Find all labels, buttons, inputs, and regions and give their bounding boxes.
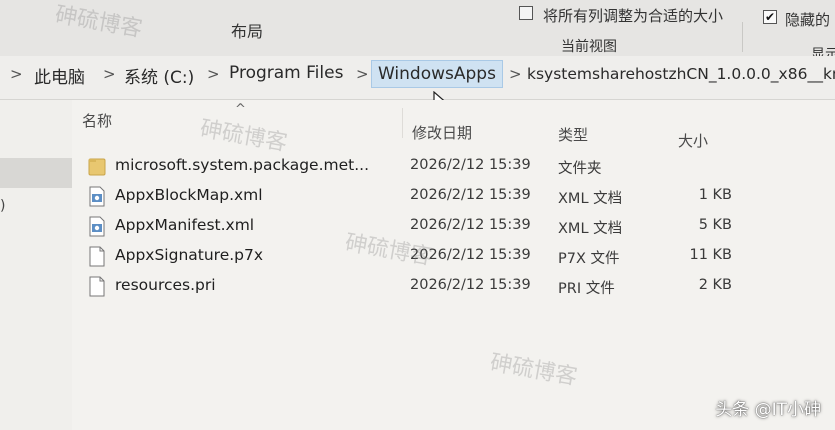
breadcrumb-separator[interactable]: > (207, 65, 220, 83)
file-size: 11 KB (689, 247, 732, 263)
file-date: 2026/2/12 15:39 (410, 157, 531, 173)
fit-columns-button[interactable]: 将所有列调整为合适的大小 (543, 5, 723, 26)
ribbon-divider (742, 22, 743, 52)
breadcrumb-this-pc[interactable]: 此电脑 (34, 63, 85, 88)
xml-file-icon (89, 216, 105, 237)
file-type: XML 文档 (558, 191, 623, 207)
file-row[interactable]: AppxSignature.p7x 2026/2/12 15:39 P7X 文件… (72, 246, 772, 270)
file-size: 2 KB (698, 277, 732, 293)
selected-nav-item[interactable] (0, 158, 72, 188)
xml-file-icon (89, 186, 105, 207)
file-row[interactable]: resources.pri 2026/2/12 15:39 PRI 文件 2 K… (72, 276, 772, 300)
file-row[interactable]: microsoft.system.package.met... 2026/2/1… (72, 156, 772, 180)
navigation-pane[interactable]: ) (0, 100, 72, 430)
breadcrumb-separator[interactable]: > (509, 65, 522, 83)
layout-group-label: 布局 (231, 22, 264, 41)
breadcrumb-system-drive[interactable]: 系统 (C:) (124, 63, 194, 88)
file-size: 5 KB (698, 217, 732, 233)
file-icon (89, 276, 105, 297)
file-date: 2026/2/12 15:39 (410, 217, 531, 233)
file-date: 2026/2/12 15:39 (410, 277, 531, 293)
file-icon (89, 246, 105, 267)
column-header-name[interactable]: 名称 (82, 110, 112, 131)
nav-item-fragment: ) (0, 198, 6, 214)
file-row[interactable]: AppxManifest.xml 2026/2/12 15:39 XML 文档 … (72, 216, 772, 240)
column-header-date[interactable]: 修改日期 (412, 122, 472, 143)
breadcrumb-current-folder[interactable]: ksystemsharehostzhCN_1.0.0.0_x86__km9 (527, 65, 835, 83)
file-date: 2026/2/12 15:39 (410, 247, 531, 263)
breadcrumb-windowsapps[interactable]: WindowsApps (371, 60, 503, 88)
fit-columns-icon[interactable] (519, 6, 533, 20)
file-type: 文件夹 (558, 161, 602, 177)
file-type: P7X 文件 (558, 251, 620, 267)
breadcrumb-separator[interactable]: > (103, 65, 116, 83)
hidden-items-label[interactable]: 隐藏的 (785, 9, 830, 30)
file-name[interactable]: AppxSignature.p7x (115, 246, 263, 264)
file-date: 2026/2/12 15:39 (410, 187, 531, 203)
file-name[interactable]: AppxBlockMap.xml (115, 186, 263, 204)
breadcrumb-separator[interactable]: > (10, 65, 23, 83)
breadcrumb-separator[interactable]: > (356, 65, 369, 83)
current-view-group-label: 当前视图 (561, 39, 617, 55)
folder-icon (88, 158, 106, 176)
column-header-type[interactable]: 类型 (558, 124, 588, 145)
hidden-items-checkbox[interactable]: ✔ (763, 10, 777, 24)
column-divider[interactable] (402, 108, 403, 138)
file-size: 1 KB (698, 187, 732, 203)
sort-ascending-icon: ^ (235, 102, 246, 117)
file-name[interactable]: AppxManifest.xml (115, 216, 254, 234)
source-credit: 头条 @IT小砷 (715, 400, 821, 420)
column-header-size[interactable]: 大小 (678, 130, 708, 151)
file-list[interactable]: ^ 名称 修改日期 类型 大小 microsoft.system.package… (72, 100, 835, 430)
file-type: PRI 文件 (558, 281, 615, 297)
file-name[interactable]: microsoft.system.package.met... (115, 156, 369, 174)
breadcrumb-program-files[interactable]: Program Files (229, 63, 343, 83)
file-type: XML 文档 (558, 221, 623, 237)
file-name[interactable]: resources.pri (115, 276, 216, 294)
file-row[interactable]: AppxBlockMap.xml 2026/2/12 15:39 XML 文档 … (72, 186, 772, 210)
ribbon: 布局 将所有列调整为合适的大小 当前视图 ✔ 隐藏的 显示 (0, 0, 835, 63)
address-bar[interactable]: > 此电脑 > 系统 (C:) > Program Files > Window… (0, 56, 835, 100)
